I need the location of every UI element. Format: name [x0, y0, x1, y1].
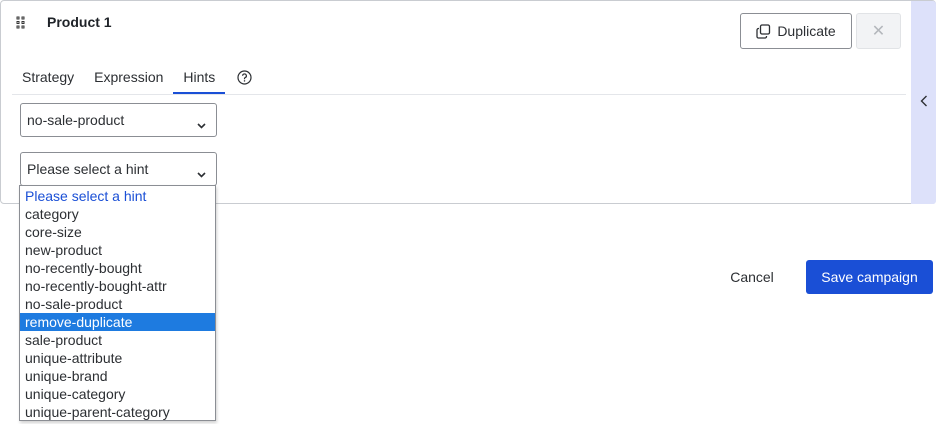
hint-select-2[interactable]: Please select a hint: [20, 152, 217, 186]
close-icon: ✕: [871, 23, 886, 40]
dropdown-option[interactable]: category: [20, 205, 215, 223]
chevron-down-icon: [197, 165, 206, 181]
hint-select-2-value: Please select a hint: [27, 161, 149, 177]
dropdown-option[interactable]: new-product: [20, 241, 215, 259]
product-card: Product 1 Duplicate ✕ Strategy Expressio…: [0, 0, 936, 204]
tab-hints[interactable]: Hints: [173, 59, 226, 95]
hint-select-1[interactable]: no-sale-product: [20, 103, 217, 137]
dropdown-option-highlighted[interactable]: remove-duplicate: [20, 313, 215, 331]
tab-expression[interactable]: Expression: [84, 59, 173, 95]
dropdown-option[interactable]: core-size: [20, 223, 215, 241]
tabs-divider: [12, 94, 906, 95]
dropdown-option[interactable]: no-sale-product: [20, 295, 215, 313]
dropdown-option[interactable]: no-recently-bought: [20, 259, 215, 277]
dropdown-option[interactable]: no-recently-bought-attr: [20, 277, 215, 295]
dropdown-option[interactable]: unique-attribute: [20, 349, 215, 367]
dropdown-option[interactable]: unique-parent-category: [20, 403, 215, 421]
hint-select-1-value: no-sale-product: [27, 112, 125, 128]
question-circle-icon[interactable]: [225, 59, 264, 95]
chevron-left-icon: [920, 94, 928, 112]
chevron-down-icon: [197, 116, 206, 132]
card-title: Product 1: [47, 14, 112, 30]
cancel-button[interactable]: Cancel: [716, 260, 788, 294]
dropdown-option[interactable]: sale-product: [20, 331, 215, 349]
duplicate-label: Duplicate: [777, 23, 836, 39]
close-button[interactable]: ✕: [856, 13, 901, 49]
drag-handle-icon[interactable]: [16, 16, 26, 30]
duplicate-button[interactable]: Duplicate: [740, 13, 852, 49]
copy-icon: [756, 23, 771, 39]
dropdown-option[interactable]: unique-brand: [20, 367, 215, 385]
dropdown-option[interactable]: Please select a hint: [20, 187, 215, 205]
save-campaign-button[interactable]: Save campaign: [806, 260, 933, 294]
tab-bar: Strategy Expression Hints: [12, 59, 264, 95]
dropdown-option[interactable]: unique-category: [20, 385, 215, 403]
tab-strategy[interactable]: Strategy: [12, 59, 84, 95]
side-panel-collapse[interactable]: [911, 1, 936, 204]
hint-dropdown-list: Please select a hint category core-size …: [19, 185, 216, 421]
